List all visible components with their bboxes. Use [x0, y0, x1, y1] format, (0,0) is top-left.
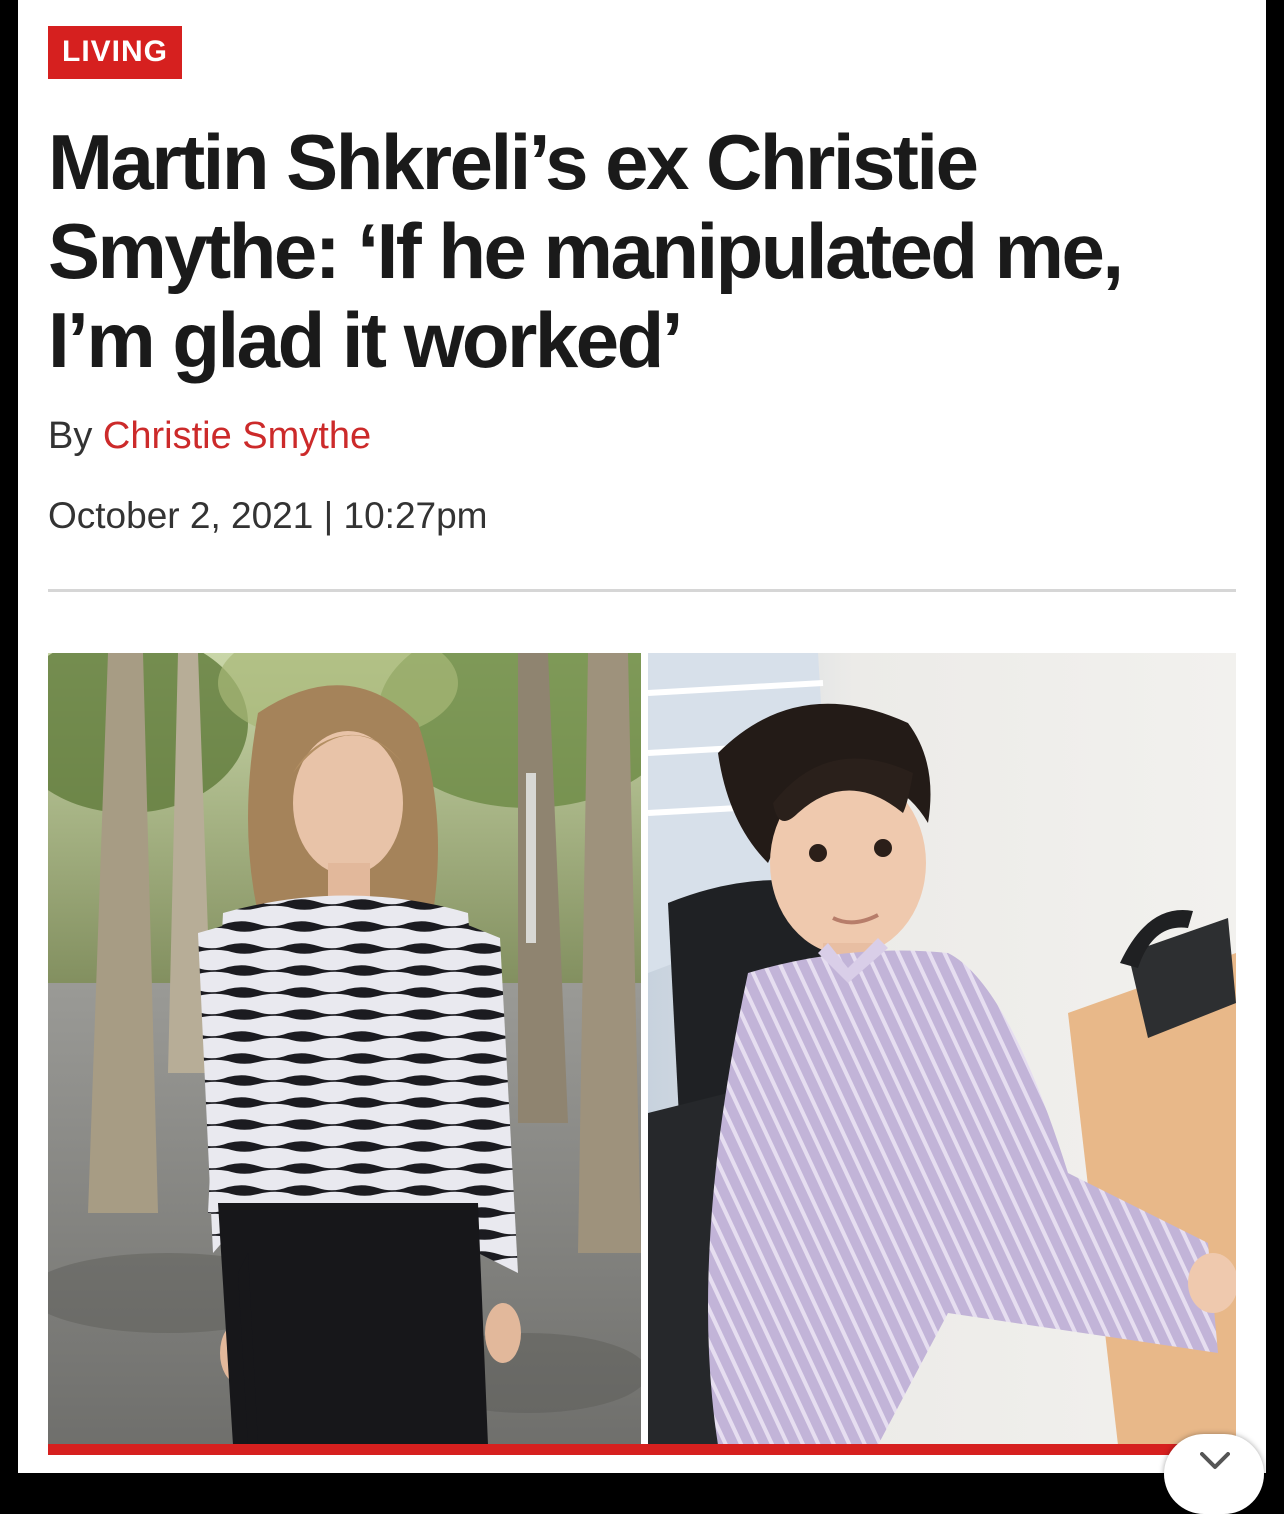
photo-woman [48, 653, 641, 1445]
publish-date: October 2, 2021 | 10:27pm [48, 495, 488, 536]
article-accent-bar [48, 1444, 1236, 1455]
photo-man [648, 653, 1236, 1445]
section-tag[interactable]: LIVING [48, 26, 183, 79]
chevron-down-icon [1200, 1452, 1230, 1469]
byline-prefix: By [48, 415, 103, 457]
article-page: LIVING Martin Shkreli’s ex Christie Smyt… [18, 0, 1266, 1473]
photo-gap [641, 653, 648, 1445]
collapse-button[interactable] [1164, 1434, 1264, 1514]
byline: By Christie Smythe [48, 414, 371, 458]
article-headline: Martin Shkreli’s ex Christie Smythe: ‘If… [48, 118, 1124, 384]
author-link[interactable]: Christie Smythe [103, 415, 371, 457]
divider [48, 589, 1236, 592]
